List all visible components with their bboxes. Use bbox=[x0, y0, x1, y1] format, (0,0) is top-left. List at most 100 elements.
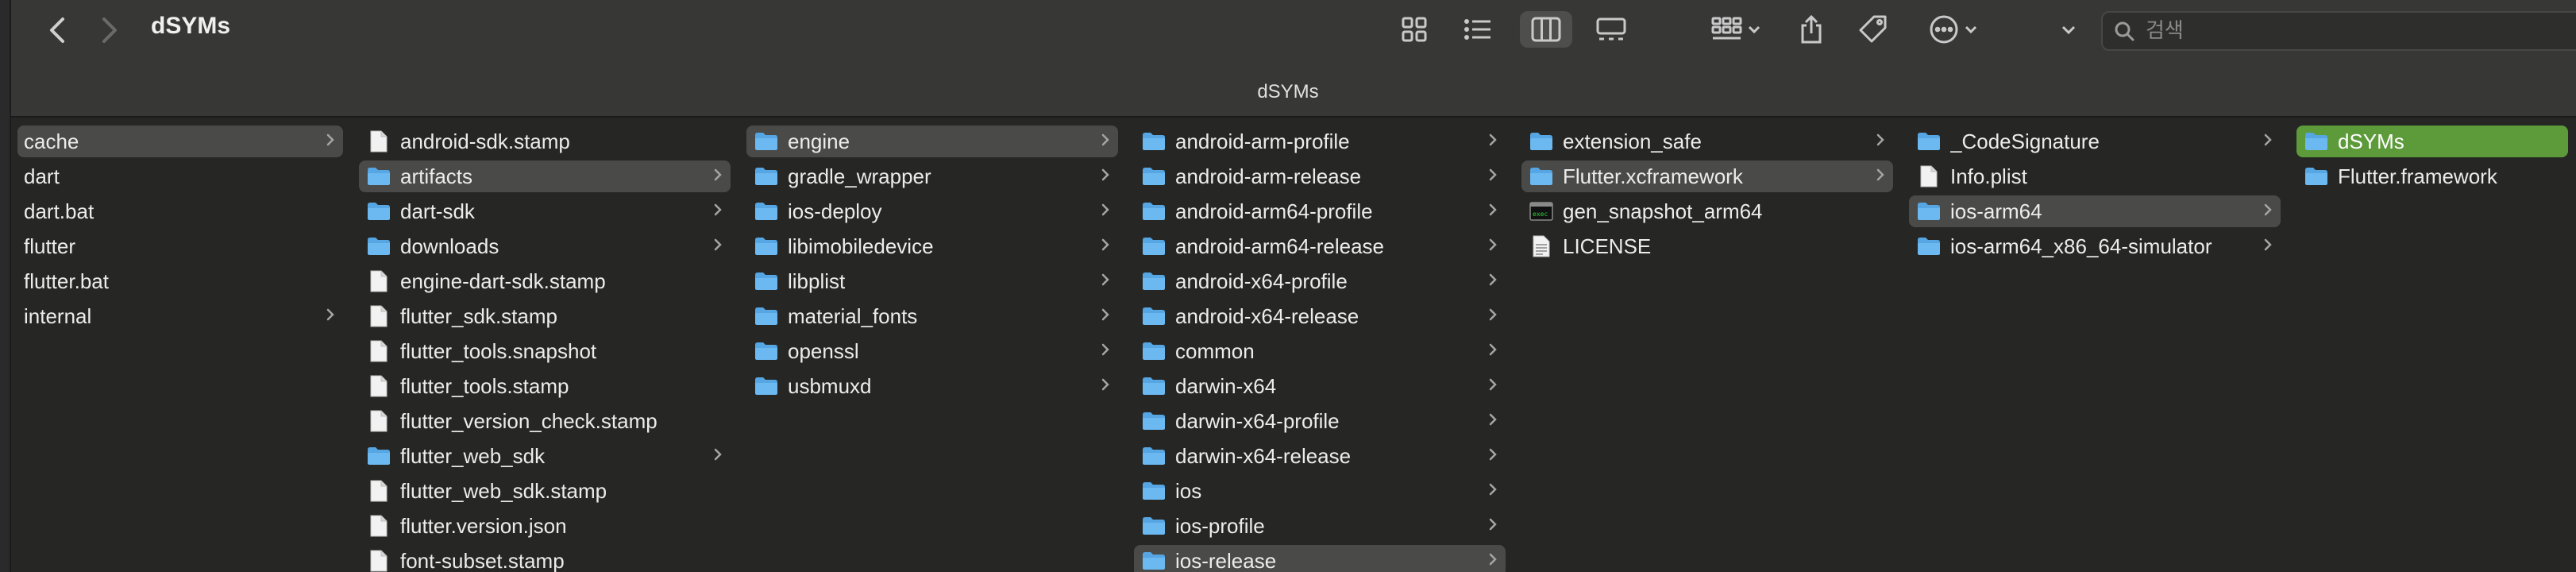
icon-view-icon bbox=[1402, 17, 1427, 42]
window-left-edge bbox=[0, 0, 11, 572]
browser-item[interactable]: engine-dart-sdk.stamp bbox=[359, 265, 731, 297]
chevron-left-icon bbox=[50, 17, 64, 43]
browser-column[interactable]: _CodeSignature Info.plist ios-arm64 ios-arm… bbox=[1901, 118, 2290, 572]
browser-item[interactable]: exec gen_snapshot_arm64 bbox=[1521, 195, 1893, 227]
browser-item[interactable]: libplist bbox=[746, 265, 1118, 297]
browser-column[interactable]: engine gradle_wrapper ios-deploy libimobile… bbox=[738, 118, 1128, 572]
forward-button[interactable] bbox=[94, 14, 125, 46]
icon-view-button[interactable] bbox=[1394, 11, 1434, 48]
browser-item[interactable]: _CodeSignature bbox=[1909, 126, 2281, 157]
browser-item[interactable]: flutter bbox=[17, 230, 343, 262]
browser-item-label: common bbox=[1175, 338, 1255, 363]
browser-item[interactable]: Info.plist bbox=[1909, 160, 2281, 192]
browser-column[interactable]: extension_safe Flutter.xcframework exec gen… bbox=[1514, 118, 1903, 572]
browser-item[interactable]: extension_safe bbox=[1521, 126, 1893, 157]
file-icon bbox=[365, 130, 392, 153]
disclosure-arrow-icon bbox=[321, 131, 340, 152]
browser-item[interactable]: darwin-x64 bbox=[1134, 370, 1506, 402]
browser-item[interactable]: Flutter.framework bbox=[2296, 160, 2568, 192]
search-field[interactable] bbox=[2101, 11, 2576, 51]
browser-item[interactable]: ios-arm64_x86_64-simulator bbox=[1909, 230, 2281, 262]
share-icon bbox=[1801, 14, 1822, 44]
browser-item[interactable]: ios-arm64 bbox=[1909, 195, 2281, 227]
browser-item[interactable]: dart bbox=[17, 160, 343, 192]
browser-item-label: flutter_sdk.stamp bbox=[400, 303, 557, 328]
browser-column[interactable]: android-sdk.stamp artifacts dart-sdk downlo… bbox=[351, 118, 740, 572]
chevron-down-icon bbox=[1748, 25, 1760, 34]
browser-item-label: gradle_wrapper bbox=[788, 164, 931, 188]
browser-item[interactable]: dart-sdk bbox=[359, 195, 731, 227]
folder-icon bbox=[1140, 235, 1167, 257]
disclosure-arrow-icon bbox=[1871, 131, 1890, 152]
browser-item[interactable]: downloads bbox=[359, 230, 731, 262]
browser-item[interactable]: flutter_web_sdk.stamp bbox=[359, 475, 731, 507]
disclosure-arrow-icon bbox=[2258, 236, 2277, 257]
browser-item[interactable]: android-arm64-release bbox=[1134, 230, 1506, 262]
browser-item[interactable]: android-sdk.stamp bbox=[359, 126, 731, 157]
browser-item[interactable]: dart.bat bbox=[17, 195, 343, 227]
browser-item[interactable]: flutter_sdk.stamp bbox=[359, 300, 731, 332]
folder-icon bbox=[1140, 200, 1167, 222]
browser-item[interactable]: common bbox=[1134, 335, 1506, 367]
browser-item[interactable]: darwin-x64-release bbox=[1134, 440, 1506, 472]
browser-item[interactable]: dSYMs bbox=[2296, 126, 2568, 157]
browser-item[interactable]: flutter_tools.stamp bbox=[359, 370, 731, 402]
tag-button[interactable] bbox=[1853, 11, 1893, 48]
toolbar-overflow-button[interactable] bbox=[2057, 11, 2080, 48]
browser-item[interactable]: flutter_web_sdk bbox=[359, 440, 731, 472]
browser-item[interactable]: flutter.bat bbox=[17, 265, 343, 297]
browser-item[interactable]: internal bbox=[17, 300, 343, 332]
browser-column[interactable]: dSYMs Flutter.framework bbox=[2289, 118, 2576, 572]
browser-item[interactable]: ios-deploy bbox=[746, 195, 1118, 227]
share-button[interactable] bbox=[1791, 11, 1831, 48]
browser-item-label: libplist bbox=[788, 269, 846, 293]
browser-item[interactable]: ios-release bbox=[1134, 545, 1506, 572]
browser-item[interactable]: android-arm64-profile bbox=[1134, 195, 1506, 227]
browser-item[interactable]: cache bbox=[17, 126, 343, 157]
browser-column[interactable]: android-arm-profile android-arm-release an… bbox=[1126, 118, 1515, 572]
folder-icon bbox=[1140, 340, 1167, 362]
browser-item[interactable]: flutter_tools.snapshot bbox=[359, 335, 731, 367]
browser-item[interactable]: flutter_version_check.stamp bbox=[359, 405, 731, 437]
list-view-button[interactable] bbox=[1458, 11, 1498, 48]
browser-item[interactable]: flutter.version.json bbox=[359, 510, 731, 542]
browser-item[interactable]: openssl bbox=[746, 335, 1118, 367]
browser-item-label: usbmuxd bbox=[788, 373, 872, 398]
browser-item[interactable]: artifacts bbox=[359, 160, 731, 192]
browser-item[interactable]: usbmuxd bbox=[746, 370, 1118, 402]
gallery-view-button[interactable] bbox=[1591, 11, 1631, 48]
browser-item[interactable]: engine bbox=[746, 126, 1118, 157]
browser-item[interactable]: darwin-x64-profile bbox=[1134, 405, 1506, 437]
back-button[interactable] bbox=[41, 14, 73, 46]
browser-item[interactable]: android-arm-profile bbox=[1134, 126, 1506, 157]
browser-item[interactable]: ios bbox=[1134, 475, 1506, 507]
column-browser: cache dart dart.bat flutter flutter.bat inter… bbox=[10, 118, 2576, 572]
chevron-right-icon bbox=[102, 17, 117, 43]
folder-icon bbox=[1140, 410, 1167, 432]
browser-item[interactable]: android-x64-profile bbox=[1134, 265, 1506, 297]
browser-column[interactable]: cache dart dart.bat flutter flutter.bat inter… bbox=[10, 118, 353, 572]
file-icon bbox=[365, 515, 392, 537]
browser-item[interactable]: LICENSE bbox=[1521, 230, 1893, 262]
browser-item[interactable]: material_fonts bbox=[746, 300, 1118, 332]
file-icon bbox=[365, 550, 392, 572]
column-view-button[interactable] bbox=[1520, 11, 1572, 48]
folder-icon bbox=[1140, 375, 1167, 397]
browser-item[interactable]: font-subset.stamp bbox=[359, 545, 731, 572]
browser-item[interactable]: ios-profile bbox=[1134, 510, 1506, 542]
path-title: dSYMs bbox=[1257, 81, 1319, 102]
search-input[interactable] bbox=[2144, 18, 2465, 44]
browser-item[interactable]: libimobiledevice bbox=[746, 230, 1118, 262]
browser-item[interactable]: Flutter.xcframework bbox=[1521, 160, 1893, 192]
folder-icon bbox=[1140, 445, 1167, 467]
disclosure-arrow-icon bbox=[1483, 131, 1502, 152]
browser-item[interactable]: android-x64-release bbox=[1134, 300, 1506, 332]
browser-item[interactable]: gradle_wrapper bbox=[746, 160, 1118, 192]
browser-item[interactable]: android-arm-release bbox=[1134, 160, 1506, 192]
folder-icon bbox=[2303, 130, 2330, 153]
browser-item-label: android-x64-release bbox=[1175, 303, 1359, 328]
group-button[interactable] bbox=[1704, 11, 1768, 48]
file-icon bbox=[365, 480, 392, 502]
disclosure-arrow-icon bbox=[708, 446, 727, 466]
action-button[interactable] bbox=[1922, 11, 1985, 48]
